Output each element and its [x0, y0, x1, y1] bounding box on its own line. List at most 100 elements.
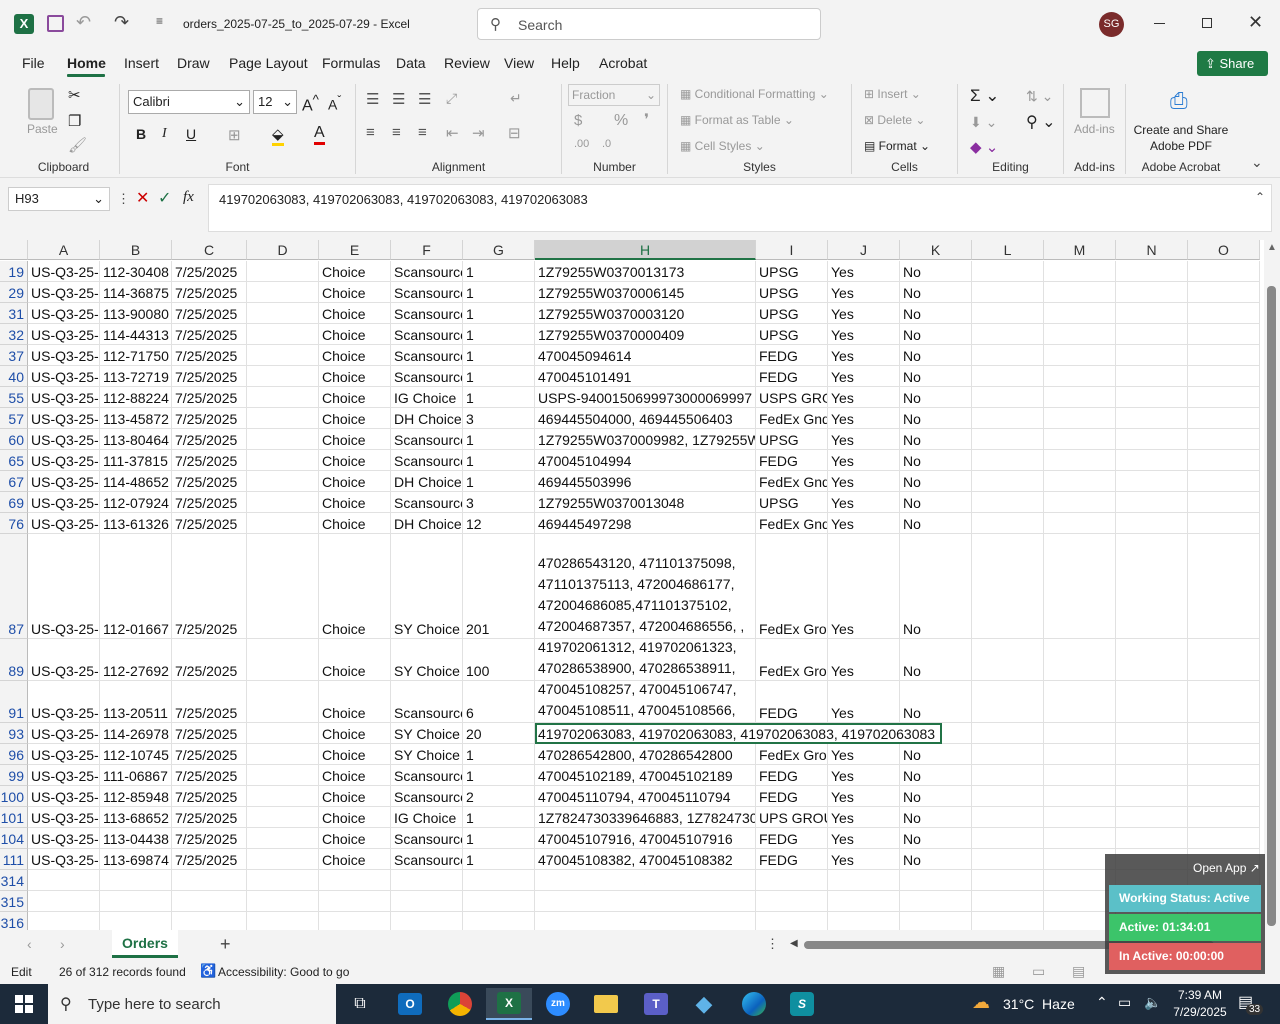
cell-a[interactable]: US-Q3-25-	[28, 786, 100, 807]
format-cells-button[interactable]: ▤ Format ⌄	[864, 139, 930, 153]
cell-empty[interactable]	[1116, 366, 1188, 387]
cell-empty[interactable]	[972, 261, 1044, 282]
cell-empty[interactable]	[1116, 345, 1188, 366]
windows-start-icon[interactable]	[4, 988, 44, 1020]
cell-c[interactable]: 7/25/2025	[172, 366, 247, 387]
cell-b[interactable]: 111-37815	[100, 450, 172, 471]
cell-b[interactable]: 113-80464	[100, 429, 172, 450]
cell-g[interactable]: 20	[463, 723, 535, 744]
cell-empty[interactable]	[1044, 513, 1116, 534]
tab-acrobat[interactable]: Acrobat	[599, 55, 647, 71]
cell-empty[interactable]	[972, 429, 1044, 450]
cell-j[interactable]: Yes	[828, 492, 900, 513]
cell-e[interactable]: Choice	[319, 471, 391, 492]
column-header-n[interactable]: N	[1116, 240, 1188, 260]
cell-j[interactable]: Yes	[828, 807, 900, 828]
cell-empty[interactable]	[1188, 429, 1260, 450]
cell-b[interactable]: 113-61326	[100, 513, 172, 534]
cell-j[interactable]	[828, 870, 900, 891]
cell-f[interactable]: Scansource	[391, 492, 463, 513]
spreadsheet-grid[interactable]: A B C D E F G H I J K L M N O 19 US-Q3-25- 112-30408 7/25/…	[0, 240, 1264, 930]
cell-f[interactable]	[391, 870, 463, 891]
cell-j[interactable]: Yes	[828, 303, 900, 324]
cell-i[interactable]: USPS GROU	[756, 387, 828, 408]
cell-empty[interactable]	[1044, 450, 1116, 471]
cell-g[interactable]: 1	[463, 765, 535, 786]
cell-empty[interactable]	[1116, 681, 1188, 723]
cell-g[interactable]	[463, 870, 535, 891]
cell-a[interactable]: US-Q3-25-	[28, 387, 100, 408]
cell-a[interactable]: US-Q3-25-	[28, 807, 100, 828]
cell-empty[interactable]	[1188, 828, 1260, 849]
cell-empty[interactable]	[1116, 744, 1188, 765]
cell-g[interactable]	[463, 891, 535, 912]
cell-c[interactable]: 7/25/2025	[172, 786, 247, 807]
cell-d[interactable]	[247, 408, 319, 429]
cell-j[interactable]: Yes	[828, 744, 900, 765]
cell-b[interactable]: 112-30408	[100, 261, 172, 282]
row-header[interactable]: 40	[0, 366, 28, 387]
format-as-table-button[interactable]: ▦ Format as Table ⌄	[680, 113, 794, 127]
cell-i[interactable]	[756, 891, 828, 912]
row-header[interactable]: 57	[0, 408, 28, 429]
page-layout-view-icon[interactable]: ▭	[1032, 963, 1045, 980]
row-header[interactable]: 314	[0, 870, 28, 891]
tab-formulas[interactable]: Formulas	[322, 55, 380, 71]
cell-empty[interactable]	[1188, 723, 1260, 744]
cell-e[interactable]: Choice	[319, 639, 391, 681]
cell-empty[interactable]	[972, 744, 1044, 765]
cell-e[interactable]: Choice	[319, 408, 391, 429]
column-header-g[interactable]: G	[463, 240, 535, 260]
row-header[interactable]: 89	[0, 639, 28, 681]
clock-time[interactable]: 7:39 AM	[1168, 988, 1232, 1002]
cell-i[interactable]	[756, 870, 828, 891]
cell-h[interactable]: 469445497298	[535, 513, 756, 534]
cell-e[interactable]: Choice	[319, 492, 391, 513]
cell-f[interactable]: Scansource	[391, 765, 463, 786]
cell-d[interactable]	[247, 807, 319, 828]
cell-j[interactable]: Yes	[828, 849, 900, 870]
row-header[interactable]: 69	[0, 492, 28, 513]
cell-f[interactable]: DH Choice	[391, 408, 463, 429]
fill-icon[interactable]: ⬇ ⌄	[970, 114, 997, 131]
cell-d[interactable]	[247, 282, 319, 303]
cell-b[interactable]: 114-26978	[100, 723, 172, 744]
cell-empty[interactable]	[972, 870, 1044, 891]
edge-icon[interactable]	[734, 988, 774, 1020]
cell-a[interactable]: US-Q3-25-	[28, 513, 100, 534]
cell-j[interactable]: Yes	[828, 450, 900, 471]
cell-empty[interactable]	[1116, 807, 1188, 828]
cell-h[interactable]: 419702063083, 419702063083, 419702063083…	[535, 723, 943, 744]
cell-c[interactable]: 7/25/2025	[172, 765, 247, 786]
cell-h[interactable]: 470045104994	[535, 450, 756, 471]
cell-empty[interactable]	[972, 807, 1044, 828]
task-view-icon[interactable]: ⧉	[340, 988, 380, 1020]
cell-f[interactable]: IG Choice	[391, 807, 463, 828]
cell-e[interactable]: Choice	[319, 366, 391, 387]
clear-icon[interactable]: ◆ ⌄	[970, 138, 998, 156]
cell-k[interactable]: No	[900, 744, 972, 765]
avatar[interactable]: SG	[1099, 12, 1124, 37]
cell-i[interactable]: UPSG	[756, 492, 828, 513]
cell-k[interactable]: No	[900, 429, 972, 450]
cell-e[interactable]: Choice	[319, 723, 391, 744]
search-box[interactable]: ⚲ Search	[477, 8, 821, 40]
cell-empty[interactable]	[1116, 282, 1188, 303]
weather-text[interactable]: 31°C Haze	[1003, 996, 1075, 1012]
cell-empty[interactable]	[972, 387, 1044, 408]
cell-f[interactable]: Scansource	[391, 429, 463, 450]
cell-f[interactable]	[391, 891, 463, 912]
formula-input[interactable]: 419702063083, 419702063083, 419702063083…	[208, 184, 1272, 232]
cell-i[interactable]: FedEx Grou	[756, 744, 828, 765]
cell-b[interactable]: 113-45872	[100, 408, 172, 429]
cell-g[interactable]	[463, 912, 535, 930]
row-header[interactable]: 93	[0, 723, 28, 744]
cell-h[interactable]: 470045102189, 470045102189	[535, 765, 756, 786]
cell-g[interactable]: 1	[463, 282, 535, 303]
cell-i[interactable]: FEDG	[756, 786, 828, 807]
sort-filter-icon[interactable]: ⇅ ⌄	[1026, 88, 1053, 105]
cell-f[interactable]: Scansource	[391, 849, 463, 870]
cell-h[interactable]: 1Z79255W0370000409	[535, 324, 756, 345]
cell-k[interactable]: No	[900, 765, 972, 786]
cell-h[interactable]: 470045094614	[535, 345, 756, 366]
